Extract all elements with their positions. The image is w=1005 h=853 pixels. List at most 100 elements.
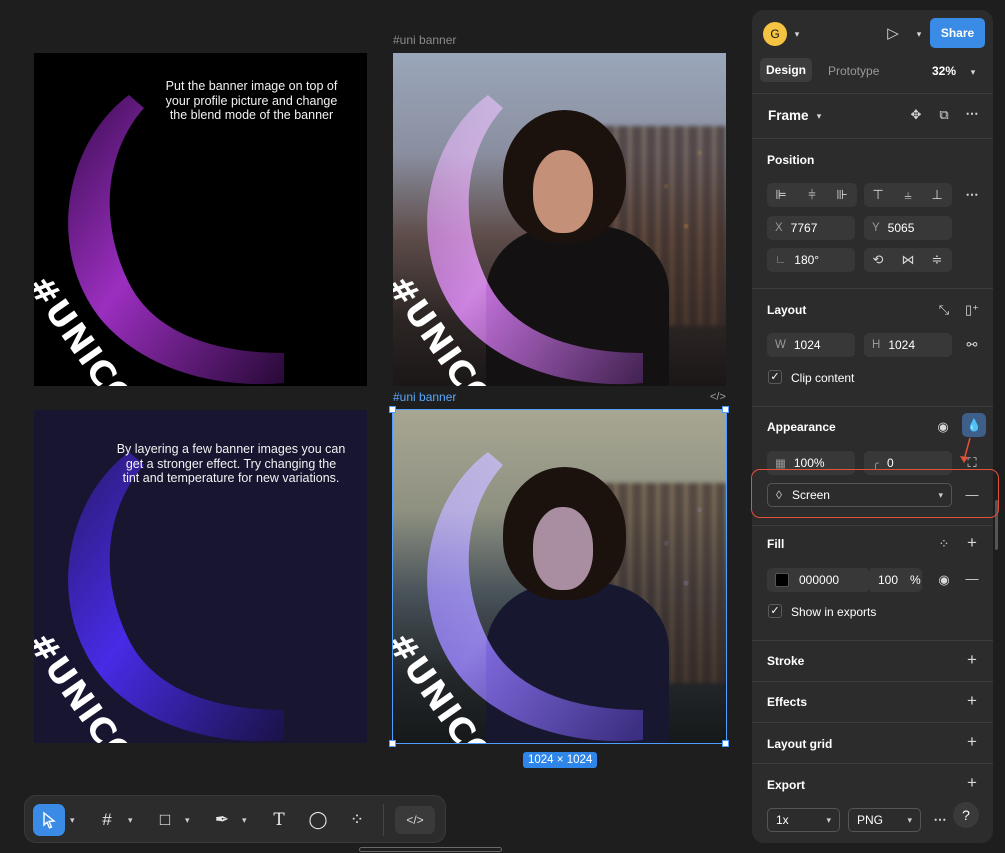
radius-value: 0 (886, 456, 894, 470)
layout-grid-section-title: Layout grid (767, 737, 833, 751)
rotate-icon[interactable]: ⟲ (869, 252, 887, 268)
more-options-icon[interactable]: ⋯ (963, 106, 981, 122)
zoom-level[interactable]: 32% (932, 64, 956, 78)
tab-design[interactable]: Design (760, 58, 812, 82)
frame-tool-chevron-icon[interactable]: ▾ (128, 804, 133, 836)
rotation-field[interactable]: ∟ 180° (767, 248, 855, 272)
w-label: W (775, 339, 786, 351)
w-value: 1024 (793, 338, 821, 352)
constrain-proportions-icon[interactable]: ⚯ (963, 337, 981, 353)
position-section-title: Position (767, 153, 815, 167)
rotation-value: 180° (794, 253, 820, 267)
align-right-icon[interactable]: ⊪ (833, 187, 851, 203)
export-scale-select[interactable]: 1x ▾ (767, 808, 840, 832)
clip-content-checkbox[interactable]: ✓ (768, 370, 782, 384)
h-value: 1024 (888, 338, 916, 352)
play-icon[interactable]: ▷ (884, 26, 902, 42)
fill-opacity-field[interactable]: 100% (870, 568, 922, 592)
mask-icon[interactable]: ⧉ (935, 107, 953, 123)
avatar-chevron-down-icon[interactable]: ▾ (788, 26, 806, 42)
align-left-icon[interactable]: ⊫ (772, 187, 790, 203)
blend-drop-icon[interactable]: 💧 (962, 413, 986, 437)
add-layout-grid-icon[interactable]: + (963, 733, 981, 750)
zoom-chevron-down-icon[interactable]: ▾ (964, 64, 982, 80)
play-chevron-down-icon[interactable]: ▾ (910, 26, 928, 42)
resize-handle-bl[interactable] (389, 740, 396, 747)
eye-icon[interactable]: ◉ (934, 419, 952, 435)
flip-horizontal-icon[interactable]: ⋈ (899, 252, 917, 268)
show-in-exports-checkbox[interactable]: ✓ (768, 604, 782, 618)
flip-vertical-icon[interactable]: ≑ (928, 252, 946, 268)
fill-color-field[interactable]: 000000 (767, 568, 870, 592)
frame-type-dropdown[interactable]: Frame (768, 108, 809, 123)
add-effect-icon[interactable]: + (963, 692, 981, 709)
shrink-icon[interactable]: ⤡ (935, 302, 953, 318)
tab-prototype[interactable]: Prototype (828, 64, 879, 78)
align-bottom-icon[interactable]: ⊥ (928, 187, 946, 203)
share-button[interactable]: Share (930, 18, 985, 48)
frame-banner-photo-selected[interactable]: #UNICORN (393, 410, 726, 743)
pen-tool-icon[interactable]: ✒ (208, 804, 236, 836)
frame1-caption: Put the banner image on top of your prof… (165, 79, 338, 122)
resize-handle-tr[interactable] (722, 406, 729, 413)
bottom-toolbar: ▾ # ▾ □ ▾ ✒ ▾ T ◯ ⁘ </> (24, 795, 446, 843)
h-label: H (872, 339, 881, 351)
fill-opacity-value: 100 (878, 573, 899, 587)
frame-label-top[interactable]: #uni banner (393, 33, 456, 47)
remove-fill-icon[interactable]: — (963, 571, 981, 587)
stroke-section-title: Stroke (767, 654, 805, 668)
frame-banner-navy[interactable]: #UNICORN By layering a few banner images… (34, 410, 367, 743)
frame-chevron-down-icon[interactable]: ▾ (810, 108, 828, 124)
more-align-icon[interactable]: ⋯ (963, 187, 981, 203)
align-center-h-icon[interactable]: ⫩ (803, 187, 821, 203)
export-scale-value: 1x (776, 813, 789, 827)
styles-grid-icon[interactable]: ⁘ (935, 536, 953, 552)
text-tool-icon[interactable]: T (265, 804, 293, 836)
pen-tool-chevron-icon[interactable]: ▾ (242, 804, 247, 836)
add-fill-icon[interactable]: + (963, 534, 981, 551)
y-position-field[interactable]: Y 5065 (864, 216, 952, 240)
fill-eye-icon[interactable]: ◉ (935, 572, 953, 588)
comment-tool-icon[interactable]: ◯ (304, 804, 332, 836)
rectangle-tool-icon[interactable]: □ (151, 804, 179, 836)
height-field[interactable]: H 1024 (864, 333, 952, 357)
show-in-exports-label: Show in exports (791, 605, 877, 619)
resize-handle-tl[interactable] (389, 406, 396, 413)
divider (752, 640, 993, 641)
canvas[interactable]: #UNICORN Put the banner image on top of … (0, 0, 750, 853)
auto-layout-icon[interactable]: ▯⁺ (963, 302, 981, 318)
avatar[interactable]: G (763, 22, 787, 46)
frame-tool-icon[interactable]: # (93, 804, 121, 836)
export-more-icon[interactable]: ⋯ (931, 812, 949, 828)
divider (752, 93, 993, 94)
canvas-scrollbar[interactable] (359, 847, 502, 852)
frame-banner-photo[interactable]: #UNICORN (393, 53, 726, 386)
add-stroke-icon[interactable]: + (963, 651, 981, 668)
dev-mode-code-icon[interactable]: </> (395, 806, 435, 834)
x-position-field[interactable]: X 7767 (767, 216, 855, 240)
actions-tool-icon[interactable]: ⁘ (343, 804, 371, 836)
fill-hex: 000000 (799, 573, 840, 587)
fill-percent: % (910, 573, 921, 587)
resize-handle-br[interactable] (722, 740, 729, 747)
add-export-icon[interactable]: + (963, 774, 981, 791)
export-format-value: PNG (857, 813, 884, 827)
shape-tool-chevron-icon[interactable]: ▾ (185, 804, 190, 836)
help-button[interactable]: ? (953, 802, 979, 828)
divider (752, 722, 993, 723)
fill-swatch[interactable] (775, 573, 789, 587)
export-format-select[interactable]: PNG ▾ (848, 808, 921, 832)
dimension-badge: 1024 × 1024 (523, 752, 598, 768)
width-field[interactable]: W 1024 (767, 333, 855, 357)
align-top-icon[interactable]: ⊤ (869, 187, 887, 203)
frame-banner-black[interactable]: #UNICORN Put the banner image on top of … (34, 53, 367, 386)
divider (752, 763, 993, 764)
component-icon[interactable]: ✥ (907, 107, 925, 123)
align-middle-icon[interactable]: ⫨ (899, 187, 917, 203)
move-tool-chevron-icon[interactable]: ▾ (70, 804, 75, 836)
rotation-angle-icon: ∟ (775, 254, 787, 266)
frame-label-selected[interactable]: #uni banner (393, 390, 456, 404)
move-tool-icon[interactable] (33, 804, 65, 836)
effects-section-title: Effects (767, 695, 808, 709)
code-tag-icon[interactable]: </> (710, 391, 726, 403)
